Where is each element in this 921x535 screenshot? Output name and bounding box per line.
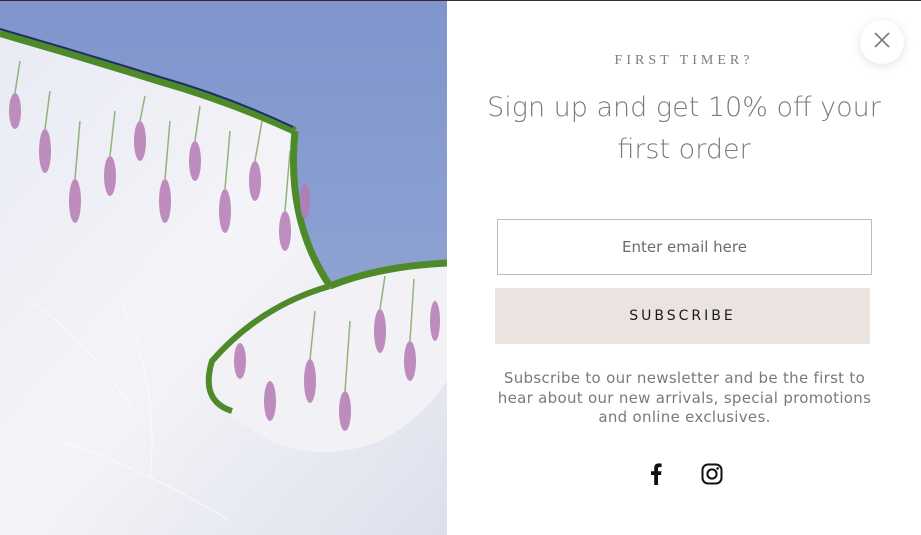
close-icon [873, 31, 891, 54]
newsletter-popup: FIRST TIMER? Sign up and get 10% off you… [447, 1, 921, 535]
facebook-icon [650, 462, 662, 490]
instagram-icon [701, 463, 723, 490]
subscribe-button[interactable]: SUBSCRIBE [495, 288, 870, 344]
facebook-link[interactable] [643, 462, 669, 490]
lavender-scarf-image [0, 1, 447, 535]
instagram-link[interactable] [699, 463, 725, 489]
email-input[interactable] [497, 219, 872, 275]
popup-eyebrow: FIRST TIMER? [614, 53, 754, 68]
newsletter-description: Subscribe to our newsletter and be the f… [497, 369, 872, 426]
popup-headline: Sign up and get 10% off your first order [487, 92, 881, 165]
